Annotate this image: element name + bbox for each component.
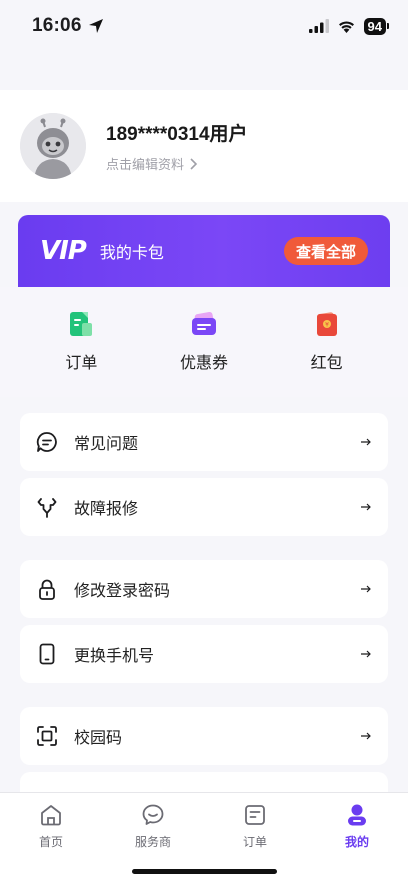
robot-avatar-icon bbox=[20, 113, 86, 179]
edit-profile-link[interactable]: 点击编辑资料 bbox=[106, 154, 248, 173]
wifi-icon bbox=[338, 21, 354, 33]
faq-chat-icon bbox=[36, 432, 57, 452]
nav-item-mine[interactable]: 我的 bbox=[306, 803, 408, 850]
arrow-right-icon bbox=[361, 585, 371, 593]
menu-item-change-phone[interactable]: 更换手机号 bbox=[20, 625, 388, 683]
quick-action-coupons[interactable]: 优惠券 bbox=[149, 311, 259, 373]
view-all-button[interactable]: 查看全部 bbox=[283, 237, 368, 265]
svg-text:¥: ¥ bbox=[325, 322, 329, 329]
coupon-icon bbox=[191, 311, 216, 335]
menu-item-faq[interactable]: 常见问题 bbox=[20, 413, 388, 471]
arrow-right-icon bbox=[361, 650, 371, 658]
menu-item-label: 校园码 bbox=[74, 730, 123, 747]
profile-card[interactable]: 189****0314用户 点击编辑资料 bbox=[0, 90, 408, 202]
menu-item-partial bbox=[20, 772, 388, 792]
quick-action-orders[interactable]: 订单 bbox=[26, 311, 136, 373]
status-indicators: 94 bbox=[308, 17, 390, 35]
quick-action-label: 红包 bbox=[310, 355, 343, 372]
menu-item-label: 更换手机号 bbox=[74, 648, 155, 665]
orders-icon bbox=[245, 805, 265, 825]
profile-text: 189****0314用户 点击编辑资料 bbox=[106, 119, 248, 173]
repair-wrench-icon bbox=[37, 498, 57, 518]
quick-action-label: 优惠券 bbox=[179, 355, 228, 372]
quick-action-label: 订单 bbox=[65, 355, 98, 372]
menu-item-label: 常见问题 bbox=[74, 436, 139, 453]
menu-item-repair[interactable]: 故障报修 bbox=[20, 478, 388, 536]
service-chat-icon bbox=[142, 804, 164, 825]
order-doc-icon bbox=[70, 312, 93, 336]
phone-icon bbox=[39, 643, 55, 665]
status-bar: 16:06 94 bbox=[0, 0, 408, 52]
edit-profile-label: 点击编辑资料 bbox=[106, 157, 185, 172]
scan-frame-icon bbox=[37, 726, 57, 746]
arrow-right-icon bbox=[361, 732, 371, 740]
nav-item-home[interactable]: 首页 bbox=[0, 803, 102, 850]
location-arrow-icon bbox=[88, 19, 103, 33]
chevron-right-icon bbox=[190, 157, 198, 170]
home-icon bbox=[41, 805, 61, 826]
menu-item-campus-code[interactable]: 校园码 bbox=[20, 707, 388, 765]
arrow-right-icon bbox=[361, 503, 371, 511]
nav-item-service-provider[interactable]: 服务商 bbox=[102, 803, 204, 850]
red-envelope-icon: ¥ bbox=[316, 312, 337, 336]
battery-indicator: 94 bbox=[363, 17, 390, 35]
arrow-right-icon bbox=[361, 438, 371, 446]
vip-title: 我的卡包 bbox=[99, 245, 164, 262]
profile-name: 189****0314用户 bbox=[106, 124, 248, 145]
vip-logo: VIP bbox=[40, 236, 87, 266]
cellular-signal-icon bbox=[308, 19, 329, 33]
profile-icon bbox=[348, 804, 366, 826]
quick-action-red-envelope[interactable]: ¥ 红包 bbox=[272, 311, 382, 373]
nav-label: 订单 bbox=[242, 835, 267, 849]
nav-label: 我的 bbox=[344, 835, 369, 849]
status-time-group: 16:06 bbox=[32, 15, 104, 37]
home-indicator bbox=[132, 869, 277, 874]
menu-item-label: 故障报修 bbox=[74, 501, 139, 518]
quick-actions: 订单 优惠券 ¥ 红包 bbox=[0, 287, 408, 397]
nav-label: 服务商 bbox=[134, 835, 171, 849]
menu-item-change-password[interactable]: 修改登录密码 bbox=[20, 560, 388, 618]
nav-item-orders[interactable]: 订单 bbox=[204, 803, 306, 850]
nav-label: 首页 bbox=[38, 835, 63, 849]
menu-item-label: 修改登录密码 bbox=[74, 583, 171, 600]
avatar[interactable] bbox=[20, 113, 86, 179]
vip-card-banner[interactable]: VIP 我的卡包 查看全部 bbox=[18, 215, 390, 287]
status-time: 16:06 bbox=[32, 15, 82, 36]
lock-icon bbox=[39, 579, 55, 600]
